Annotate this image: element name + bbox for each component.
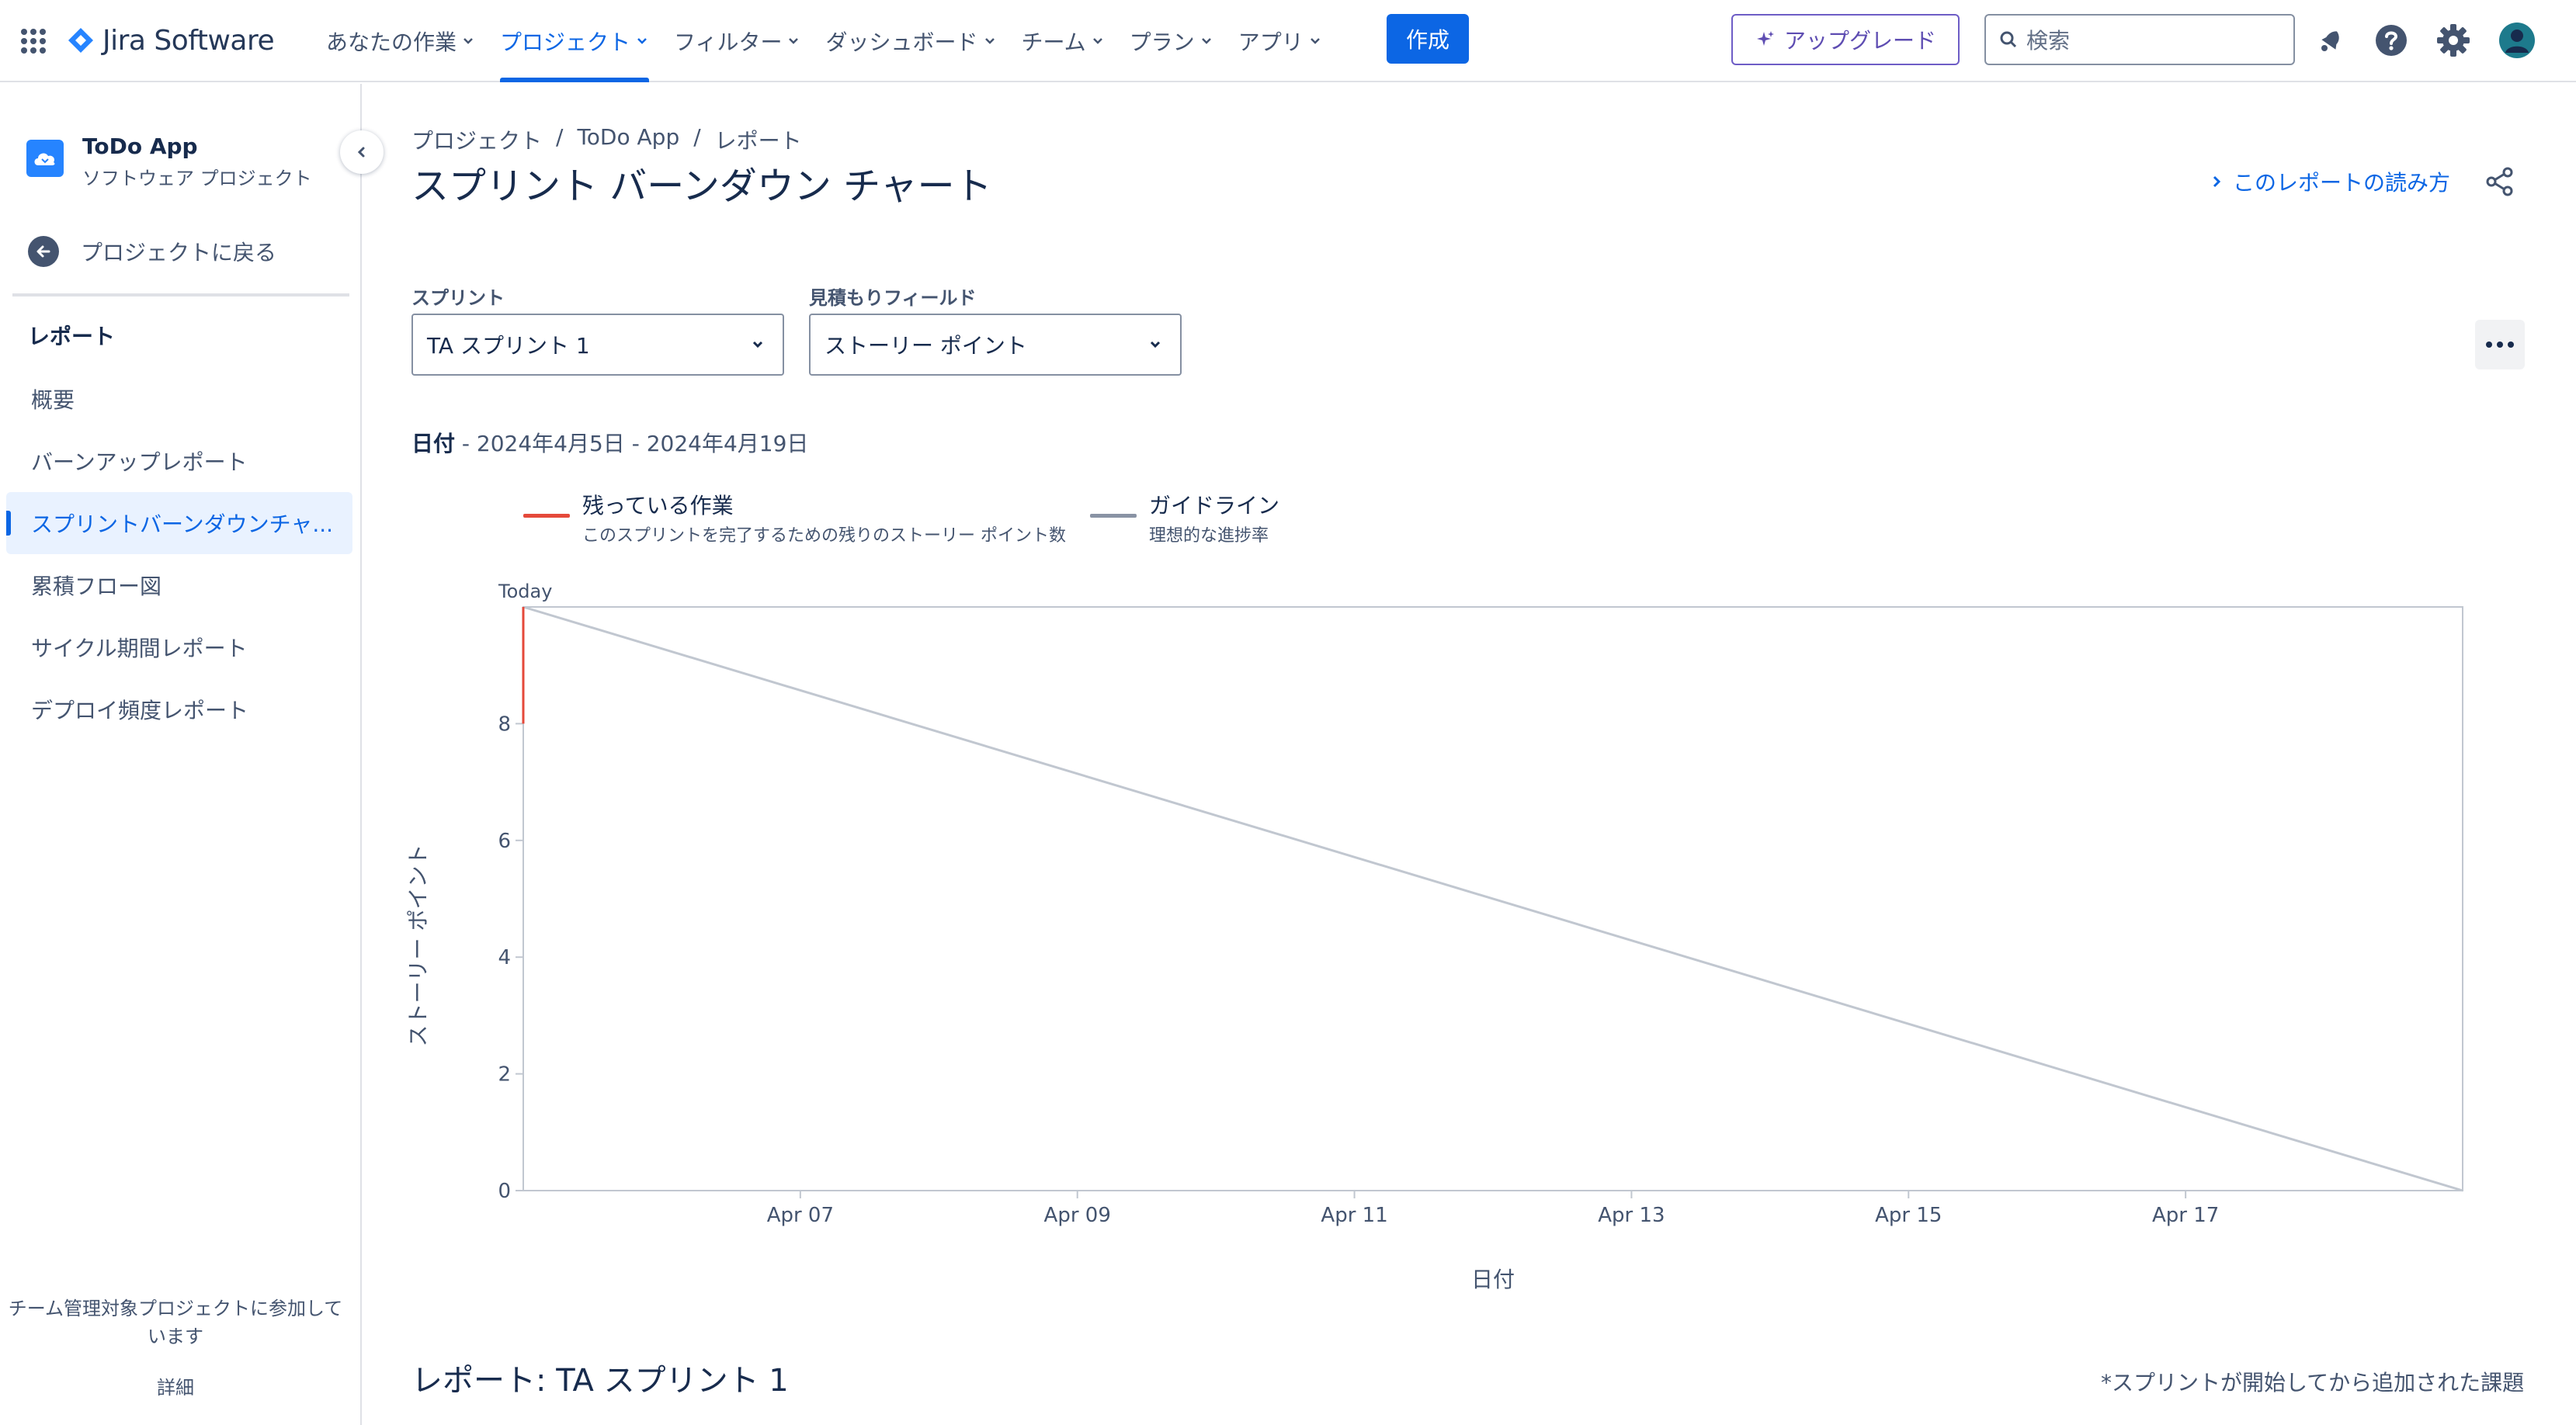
- series-line: [522, 605, 2463, 1192]
- burndown-chart: Today 02468 Apr 07 Apr 09 Apr 11 Apr 13 Apr …: [405, 581, 2463, 1292]
- x-axis-ticks: Apr 07 Apr 09 Apr 11 Apr 13 Apr 15 Apr 17: [767, 1191, 2219, 1227]
- y-tick-label: 8: [498, 712, 511, 736]
- y-tick-label: 4: [498, 946, 511, 969]
- y-tick-label: 0: [498, 1180, 511, 1203]
- x-tick-label: Apr 11: [1321, 1204, 1387, 1227]
- report-title: レポート: TA スプリント 1: [411, 1363, 789, 1399]
- chart-series: [522, 605, 2463, 1192]
- footer-line-2: います: [148, 1326, 203, 1347]
- y-axis-label: ストーリー ポイント: [405, 844, 431, 1047]
- x-axis-label: 日付: [1471, 1267, 1515, 1292]
- y-tick-label: 6: [498, 830, 511, 853]
- x-tick-label: Apr 17: [2152, 1204, 2219, 1227]
- report-note: *スプリントが開始してから追加された課題: [2101, 1370, 2525, 1396]
- y-tick-label: 2: [498, 1063, 511, 1087]
- x-tick-label: Apr 09: [1044, 1204, 1111, 1227]
- today-label: Today: [498, 581, 552, 602]
- x-tick-label: Apr 13: [1598, 1204, 1665, 1227]
- chevron-left-icon: [357, 147, 365, 158]
- x-tick-label: Apr 07: [767, 1204, 834, 1227]
- x-tick-label: Apr 15: [1875, 1204, 1942, 1227]
- learn-more-link[interactable]: 詳細: [0, 1372, 351, 1399]
- y-axis-ticks: 0 2 4 6 8: [498, 712, 523, 1203]
- collapse-sidebar-button[interactable]: [340, 130, 384, 174]
